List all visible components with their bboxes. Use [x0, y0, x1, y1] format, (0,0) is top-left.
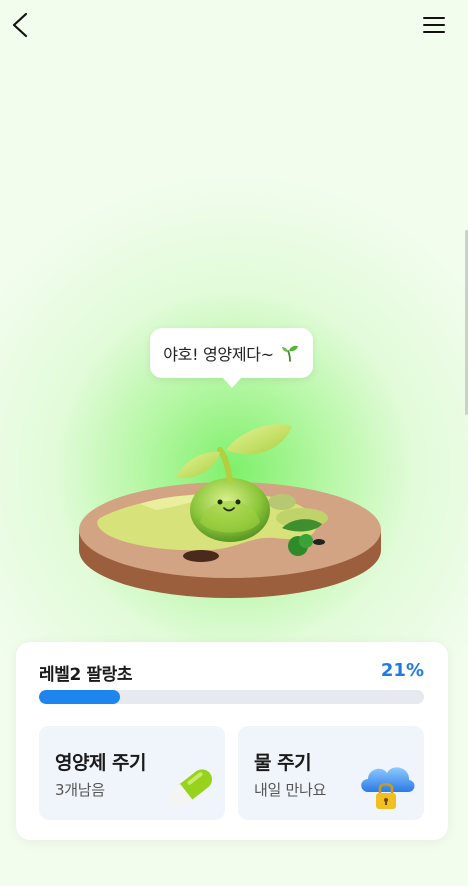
pill-icon	[169, 769, 213, 807]
speech-bubble-text: 야호! 영양제다~	[163, 345, 274, 364]
back-button[interactable]	[8, 8, 38, 42]
chevron-left-icon	[12, 12, 28, 38]
give-water-title: 물 주기	[254, 752, 312, 774]
level-progress-fill	[39, 690, 120, 704]
growth-card: 레벨2 팔랑초 21% 영양제 주기 3개남음 물 주기 내일 만나요	[16, 642, 448, 840]
top-bar	[0, 0, 468, 50]
speech-bubble: 야호! 영양제다~	[150, 328, 313, 388]
plant-scene[interactable]	[70, 410, 390, 610]
give-nutrient-title: 영양제 주기	[55, 752, 147, 774]
locked-cloud-icon	[361, 767, 415, 809]
plant-illustration	[79, 424, 381, 598]
give-nutrient-remaining: 3개남음	[55, 781, 105, 799]
give-water-button[interactable]: 물 주기 내일 만나요	[238, 726, 424, 820]
hamburger-menu-icon	[423, 17, 445, 33]
give-nutrient-button[interactable]: 영양제 주기 3개남음	[39, 726, 225, 820]
sprout-icon	[281, 345, 298, 362]
level-percent: 21%	[380, 660, 424, 681]
level-title: 레벨2 팔랑초	[39, 665, 133, 685]
level-progress-bar	[39, 690, 424, 704]
menu-button[interactable]	[418, 10, 450, 40]
give-water-status: 내일 만나요	[254, 781, 326, 799]
